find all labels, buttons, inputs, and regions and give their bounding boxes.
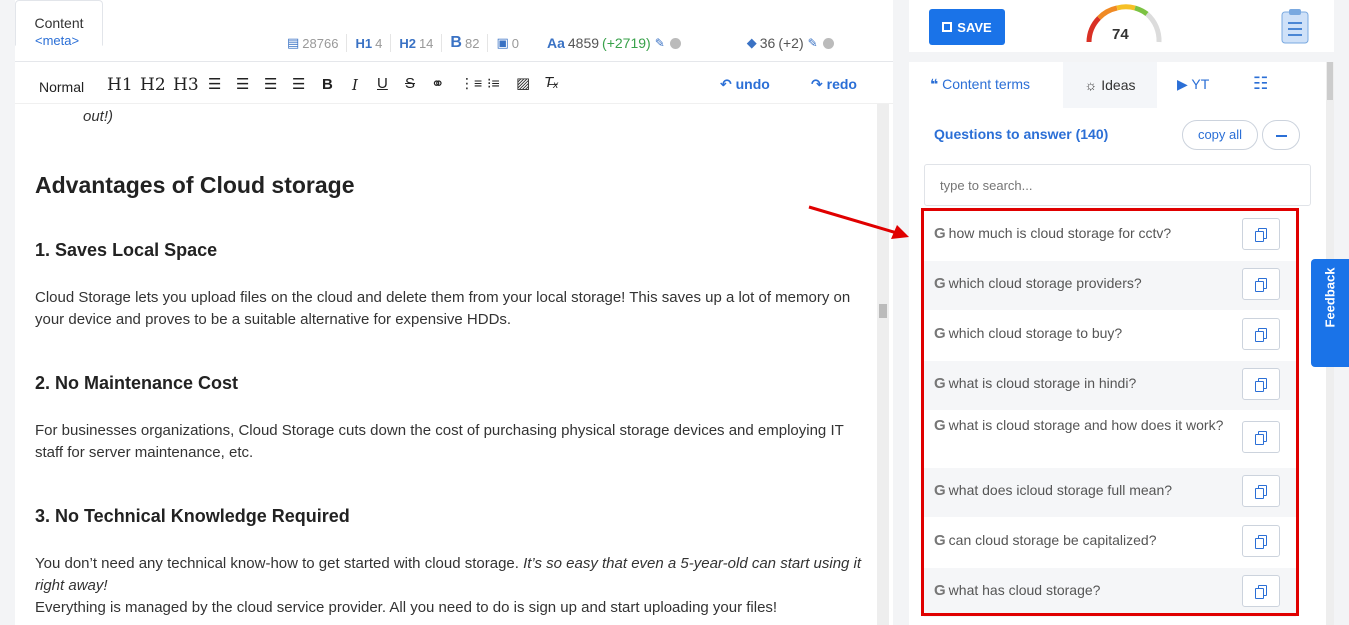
text-size-icon: Aa: [546, 35, 565, 51]
stat-images: ▣ 0: [496, 35, 519, 51]
tab-yt[interactable]: ▶ YT: [1177, 76, 1209, 93]
ideas-panel: ❝ Content terms ☼ Ideas ▶ YT ☷ Questions…: [909, 62, 1334, 625]
align-left-icon[interactable]: ☰: [208, 75, 221, 93]
score-value: 74: [1112, 26, 1129, 43]
paragraph: Cloud Storage lets you upload files on t…: [35, 289, 851, 328]
divider: [487, 34, 489, 52]
tab-ideas[interactable]: ☼ Ideas: [1063, 62, 1157, 108]
h1-button[interactable]: H1: [107, 75, 133, 95]
h3-button[interactable]: H3: [173, 75, 199, 95]
info-icon[interactable]: [669, 37, 681, 49]
text-fragment: out!): [83, 108, 114, 125]
strikethrough-icon[interactable]: S: [405, 75, 415, 92]
scroll-thumb[interactable]: [1327, 62, 1333, 100]
stat-words: Aa 4859 (+2719) ✎: [547, 35, 681, 51]
quote-icon: ❝: [930, 76, 939, 92]
content-stats: ▤ 28766 H1 4 H2 14 B 82 ▣ 0 Aa 4859 (+27…: [287, 34, 842, 52]
collapse-button[interactable]: [1262, 120, 1300, 150]
block-style-select[interactable]: Normal: [39, 79, 84, 95]
editor-scrollbar[interactable]: [877, 104, 889, 625]
redo-button[interactable]: ↷ redo: [811, 76, 857, 93]
highlight-box: [921, 208, 1299, 616]
top-card: SAVE 74: [909, 0, 1334, 52]
align-center-icon[interactable]: ☰: [236, 75, 249, 93]
stat-h1: H1 4: [355, 35, 383, 51]
sidebar: SAVE 74 ❝ Content terms ☼ Ideas ▶ YT ☷ Q…: [909, 0, 1334, 625]
edit-icon[interactable]: ✎: [808, 36, 818, 50]
editor-pane: <meta> Content ▤ 28766 H1 4 H2 14 B 82 ▣…: [15, 0, 893, 625]
italic-icon[interactable]: I: [352, 76, 358, 94]
edit-icon[interactable]: ✎: [655, 36, 665, 50]
insert-image-icon[interactable]: ▨: [516, 74, 530, 92]
h1-icon: H1: [355, 35, 373, 51]
h2-button[interactable]: H2: [140, 75, 166, 95]
stat-images-total: ▤ 28766: [287, 35, 339, 51]
lightbulb-icon: ☼: [1084, 77, 1098, 93]
subheading: 3. No Technical Knowledge Required: [35, 506, 350, 526]
graduation-cap-icon: ◆: [746, 35, 757, 50]
save-button[interactable]: SAVE: [929, 9, 1005, 45]
bold-icon: B: [450, 34, 462, 51]
divider: [390, 34, 392, 52]
align-justify-icon[interactable]: ☰: [292, 75, 305, 93]
info-icon[interactable]: [822, 37, 834, 49]
scroll-thumb[interactable]: [879, 304, 887, 318]
undo-button[interactable]: ↶ undo: [720, 76, 770, 93]
underline-icon[interactable]: U: [377, 75, 388, 92]
stat-h2: H2 14: [399, 35, 434, 51]
paragraph: You don’t need any technical know-how to…: [35, 555, 862, 594]
subheading: 2. No Maintenance Cost: [35, 373, 239, 393]
search-input[interactable]: [924, 164, 1311, 206]
editor-tabs-bar: <meta> Content ▤ 28766 H1 4 H2 14 B 82 ▣…: [15, 0, 893, 62]
tab-meta[interactable]: <meta>: [35, 33, 79, 48]
clear-format-icon[interactable]: T̶ₓ: [544, 74, 559, 91]
link-icon[interactable]: ⚭: [431, 74, 444, 94]
printer-icon: ▤: [287, 35, 300, 50]
bold-icon[interactable]: B: [322, 76, 333, 93]
annotation-arrow: [808, 205, 909, 239]
save-icon: [942, 22, 953, 32]
bullet-list-icon[interactable]: ⁝≡: [487, 75, 500, 92]
paragraph: Everything is managed by the cloud servi…: [35, 599, 778, 616]
copy-all-button[interactable]: copy all: [1182, 120, 1258, 150]
subheading: 1. Saves Local Space: [35, 240, 218, 260]
ordered-list-icon[interactable]: ⋮≡: [460, 75, 482, 92]
feedback-button[interactable]: Feedback: [1311, 259, 1349, 367]
section-heading: Advantages of Cloud storage: [35, 172, 355, 198]
checklist-icon[interactable]: [1281, 8, 1309, 44]
sliders-icon[interactable]: ☷: [1253, 74, 1268, 94]
youtube-icon: ▶: [1177, 76, 1188, 92]
divider: [441, 34, 443, 52]
tab-content-terms[interactable]: ❝ Content terms: [930, 76, 1030, 93]
align-right-icon[interactable]: ☰: [264, 75, 277, 93]
stat-bold: B 82: [450, 34, 480, 51]
stat-grade: ◆ 36 (+2) ✎: [747, 35, 834, 51]
content-editor[interactable]: out!) Advantages of Cloud storage 1. Sav…: [15, 104, 877, 625]
format-toolbar: Normal H1 H2 H3 ☰ ☰ ☰ ☰ B I U S ⚭ ⋮≡ ⁝≡ …: [15, 62, 893, 104]
h2-icon: H2: [399, 35, 416, 51]
image-icon: ▣: [496, 35, 509, 50]
divider: [346, 34, 348, 52]
questions-header: Questions to answer (140): [934, 126, 1109, 142]
paragraph: For businesses organizations, Cloud Stor…: [35, 422, 844, 461]
